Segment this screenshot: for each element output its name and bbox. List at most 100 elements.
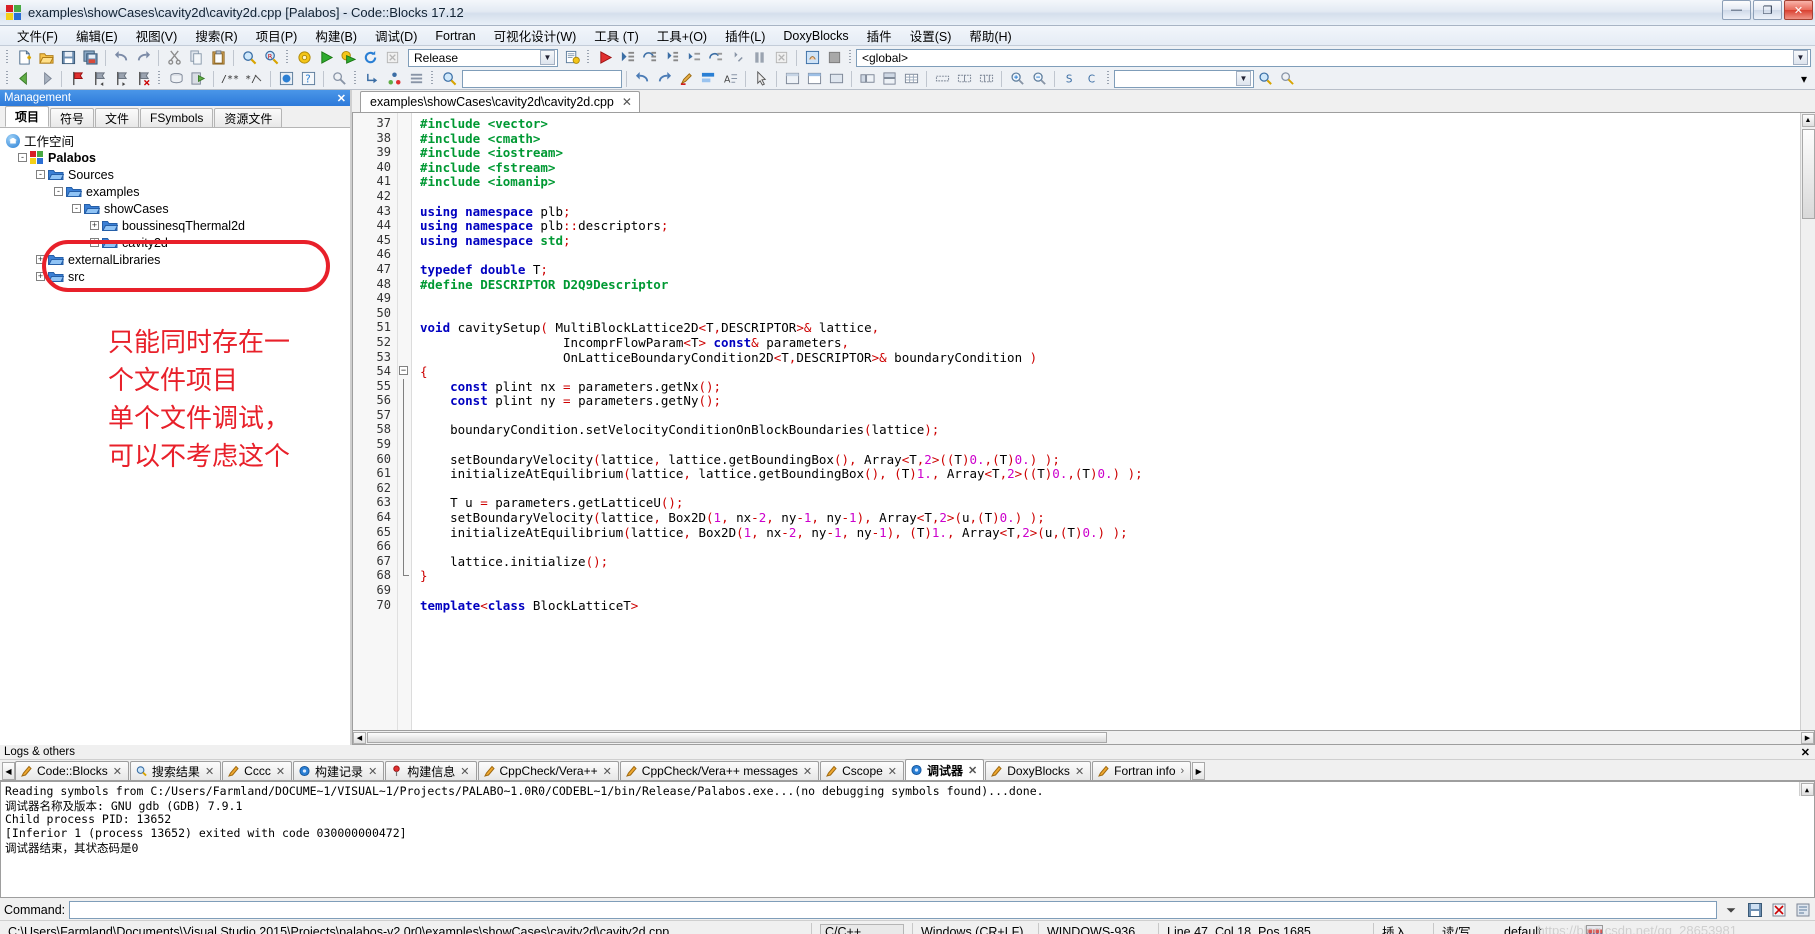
toolbar-grip[interactable] bbox=[4, 49, 11, 66]
debugger-log-output[interactable]: Reading symbols from C:/Users/Farmland/D… bbox=[0, 781, 1815, 898]
close-icon[interactable]: ✕ bbox=[460, 765, 469, 778]
doxy-extract-button[interactable] bbox=[166, 69, 186, 88]
highlight-button[interactable] bbox=[676, 69, 696, 88]
fold-marker[interactable] bbox=[398, 262, 411, 277]
close-icon[interactable]: ✕ bbox=[113, 765, 122, 778]
tree-item-cavity2d[interactable]: + cavity2d bbox=[6, 234, 350, 251]
tab-fsymbols[interactable]: FSymbols bbox=[140, 108, 214, 127]
code-line[interactable]: typedef double T; bbox=[412, 262, 1800, 277]
fold-marker[interactable] bbox=[398, 291, 411, 306]
find-button[interactable] bbox=[239, 48, 259, 67]
menu-settings[interactable]: 设置(S) bbox=[901, 25, 961, 46]
menu-plugins2[interactable]: 插件 bbox=[858, 25, 901, 46]
code-line[interactable]: boundaryCondition.setVelocityConditionOn… bbox=[412, 422, 1800, 437]
menu-wxsmith[interactable]: 可视化设计(W) bbox=[485, 25, 586, 46]
fold-marker[interactable] bbox=[398, 480, 411, 496]
rebuild-button[interactable] bbox=[360, 48, 380, 67]
logtab-fortran-info[interactable]: Fortran info › bbox=[1092, 761, 1192, 780]
log-vertical-scrollbar[interactable]: ▲ bbox=[1799, 782, 1814, 796]
code-line[interactable] bbox=[412, 583, 1800, 598]
doxy-run-button[interactable] bbox=[188, 69, 208, 88]
fold-marker[interactable] bbox=[398, 510, 411, 525]
fold-marker[interactable] bbox=[398, 451, 411, 467]
fold-marker[interactable] bbox=[398, 495, 411, 511]
logtab-cppcheck-vera[interactable]: CppCheck/Vera++ ✕ bbox=[477, 761, 619, 780]
tree-item-externallibraries[interactable]: + externalLibraries bbox=[6, 251, 350, 268]
menu-file[interactable]: 文件(F) bbox=[8, 25, 67, 46]
select-target-button[interactable] bbox=[562, 48, 582, 67]
fold-marker[interactable] bbox=[398, 204, 411, 219]
close-icon[interactable]: ✕ bbox=[603, 765, 612, 778]
menu-project[interactable]: 项目(P) bbox=[247, 25, 307, 46]
collapse-icon[interactable]: - bbox=[18, 153, 27, 162]
debug-run-to-cursor-button[interactable] bbox=[617, 48, 637, 67]
toggle-bookmark-button[interactable] bbox=[67, 69, 87, 88]
tree-item-showcases[interactable]: - showCases bbox=[6, 200, 350, 217]
code-line[interactable]: const plint ny = parameters.getNy(); bbox=[412, 393, 1800, 408]
fold-marker[interactable] bbox=[398, 277, 411, 292]
fold-marker[interactable] bbox=[398, 583, 411, 598]
command-input[interactable] bbox=[69, 900, 1717, 919]
wx-panel-icon[interactable] bbox=[826, 69, 846, 88]
scroll-left-icon[interactable]: ◀ bbox=[353, 731, 366, 744]
scope-combo[interactable]: <global> ▼ bbox=[856, 48, 1811, 67]
cscope-combo[interactable]: ▼ bbox=[1114, 69, 1254, 88]
fold-marker[interactable] bbox=[398, 174, 411, 189]
close-button[interactable]: ✕ bbox=[1784, 0, 1813, 20]
scroll-thumb[interactable] bbox=[1801, 129, 1815, 219]
code-line[interactable]: using namespace plb; bbox=[412, 204, 1800, 219]
code-line[interactable]: const plint nx = parameters.getNx(); bbox=[412, 379, 1800, 394]
code-line[interactable] bbox=[412, 306, 1800, 321]
expand-icon[interactable]: + bbox=[36, 255, 45, 264]
next-bookmark-button[interactable] bbox=[111, 69, 131, 88]
close-icon[interactable]: ✕ bbox=[888, 765, 897, 778]
zoom-in-icon[interactable] bbox=[1007, 69, 1027, 88]
fold-marker[interactable] bbox=[398, 306, 411, 321]
fold-marker[interactable] bbox=[398, 131, 411, 146]
toolbar-grip[interactable] bbox=[847, 49, 854, 66]
close-icon[interactable]: ✕ bbox=[1075, 765, 1084, 778]
code-line[interactable]: { bbox=[412, 364, 1800, 379]
save-all-button[interactable] bbox=[80, 48, 100, 67]
editor-tab-cavity2d[interactable]: examples\showCases\cavity2d\cavity2d.cpp… bbox=[360, 91, 640, 112]
tree-item-boussinesqthermal2d[interactable]: + boussinesqThermal2d bbox=[6, 217, 350, 234]
goto-forward-button[interactable] bbox=[654, 69, 674, 88]
redo-button[interactable] bbox=[133, 48, 153, 67]
maximize-button[interactable]: ❐ bbox=[1753, 0, 1782, 20]
menu-build[interactable]: 构建(B) bbox=[306, 25, 366, 46]
code-line[interactable]: #include <iomanip> bbox=[412, 174, 1800, 189]
fold-collapse-icon[interactable]: − bbox=[399, 366, 408, 376]
fold-marker[interactable] bbox=[398, 218, 411, 233]
wx-sizer2-icon[interactable] bbox=[954, 69, 974, 88]
code-line[interactable]: void cavitySetup( MultiBlockLattice2D<T,… bbox=[412, 320, 1800, 335]
goto-line-button[interactable]: A bbox=[720, 69, 740, 88]
code-line[interactable] bbox=[412, 291, 1800, 306]
menu-edit[interactable]: 编辑(E) bbox=[67, 25, 127, 46]
logtab-search-results[interactable]: 搜索结果 ✕ bbox=[129, 761, 222, 780]
logtab-build-messages[interactable]: 构建信息 ✕ bbox=[385, 761, 477, 780]
wx-sizer1-icon[interactable] bbox=[932, 69, 952, 88]
code-line[interactable]: } bbox=[412, 568, 1800, 583]
code-line[interactable]: initializeAtEquilibrium(lattice, Box2D(1… bbox=[412, 525, 1800, 540]
fold-marker[interactable] bbox=[398, 320, 411, 335]
menu-help[interactable]: 帮助(H) bbox=[960, 25, 1020, 46]
menu-tools-plus[interactable]: 工具+(O) bbox=[648, 25, 716, 46]
close-icon[interactable]: ✕ bbox=[968, 764, 977, 777]
fold-marker[interactable]: − bbox=[398, 364, 411, 379]
prev-bookmark-button[interactable] bbox=[89, 69, 109, 88]
doxy-html-button[interactable] bbox=[276, 69, 296, 88]
copy-button[interactable] bbox=[186, 48, 206, 67]
cscope-search-button[interactable] bbox=[1255, 69, 1275, 88]
tab-projects[interactable]: 项目 bbox=[5, 106, 50, 127]
menu-doxyblocks[interactable]: DoxyBlocks bbox=[774, 28, 857, 44]
doxy-settings-button[interactable] bbox=[329, 69, 349, 88]
tree-item-project[interactable]: - Palabos bbox=[6, 149, 350, 166]
toolbar-grip[interactable] bbox=[284, 49, 291, 66]
fold-marker[interactable] bbox=[398, 553, 411, 569]
code-line[interactable] bbox=[412, 247, 1800, 262]
incremental-search-input[interactable] bbox=[462, 69, 622, 88]
tree-item-workspace[interactable]: 工作空间 bbox=[6, 132, 350, 149]
fold-marker[interactable] bbox=[398, 145, 411, 160]
debug-step-into-button[interactable] bbox=[661, 48, 681, 67]
scroll-thumb-horizontal[interactable] bbox=[367, 732, 1107, 743]
